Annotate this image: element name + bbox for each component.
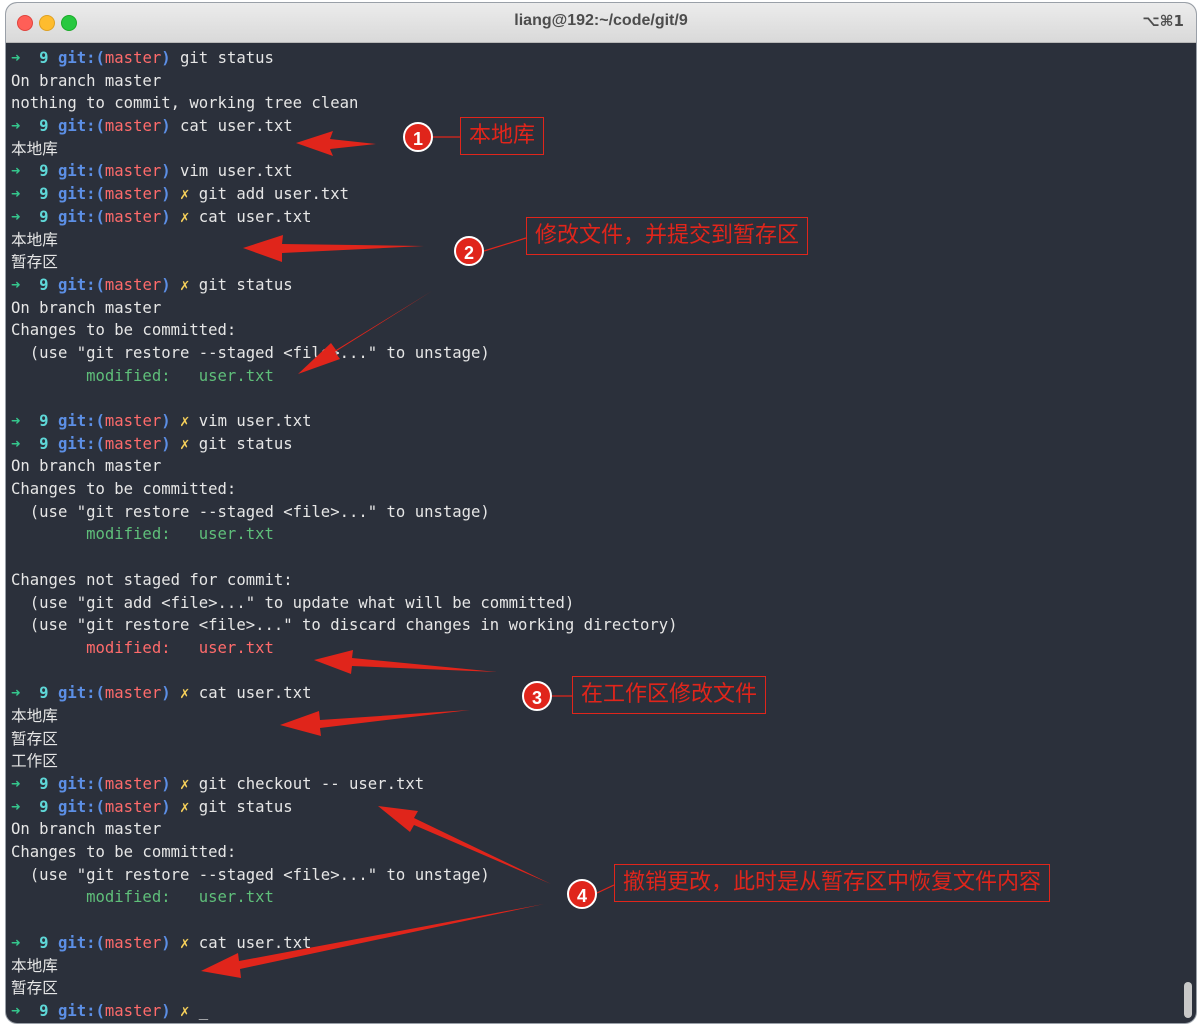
annotation-arrow xyxy=(314,650,497,674)
annotation-label-2: 修改文件，并提交到暂存区 xyxy=(526,217,809,255)
annotation-arrow xyxy=(298,291,432,374)
annotation-arrow xyxy=(201,904,544,978)
annotation-badge-3: 3 xyxy=(522,681,552,711)
annotation-arrow xyxy=(296,131,376,156)
annotation-arrow xyxy=(280,710,470,736)
annotation-connector xyxy=(596,884,615,894)
annotation-arrow xyxy=(378,806,551,884)
annotation-badge-4: 4 xyxy=(567,879,597,909)
annotation-label-4: 撤销更改，此时是从暂存区中恢复文件内容 xyxy=(614,864,1051,902)
annotation-connector xyxy=(483,237,527,252)
annotation-badge-2: 2 xyxy=(454,236,484,266)
annotation-label-3: 在工作区修改文件 xyxy=(572,676,767,714)
annotation-arrow xyxy=(243,235,424,262)
annotation-label-1: 本地库 xyxy=(460,117,545,155)
annotation-badge-1: 1 xyxy=(403,122,433,152)
